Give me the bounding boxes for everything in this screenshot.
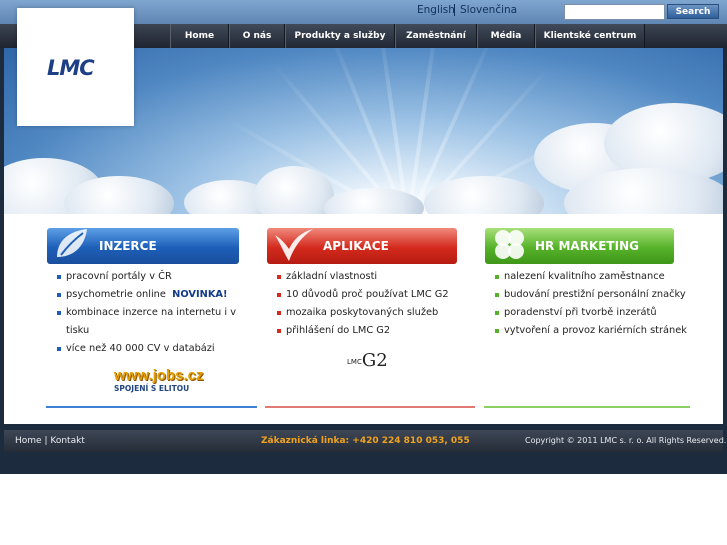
- list-item[interactable]: 10 důvodů proč používat LMC G2: [277, 286, 467, 304]
- novinka-badge: NOVINKA!: [172, 289, 228, 300]
- list-item[interactable]: mozaika poskytovaných služeb: [277, 304, 467, 322]
- footer-links: Home | Kontakt: [15, 436, 85, 446]
- list-item[interactable]: nalezení kvalitního zaměstnance: [495, 268, 690, 286]
- list-item[interactable]: více než 40 000 CV v databázi: [57, 340, 237, 358]
- footer-hotline: Zákaznická linka: +420 224 810 053, 055: [261, 436, 470, 446]
- check-leaf-icon: [271, 225, 315, 274]
- language-english-link[interactable]: English: [417, 4, 455, 16]
- aplikace-banner[interactable]: APLIKACE: [267, 228, 457, 264]
- inzerce-list: pracovní portály v ČR psychometrie onlin…: [57, 268, 237, 358]
- hr-marketing-title: HR MARKETING: [535, 239, 639, 253]
- language-slovak-link[interactable]: Slovenčina: [460, 4, 517, 16]
- inzerce-banner[interactable]: INZERCE: [47, 228, 239, 264]
- nav-item-produkty[interactable]: Produkty a služby: [285, 24, 395, 48]
- nav-item-o-nas[interactable]: O nás: [229, 24, 285, 48]
- clover-icon: [489, 225, 529, 274]
- list-item[interactable]: pracovní portály v ČR: [57, 268, 237, 286]
- list-item[interactable]: poradenství při tvorbě inzerátů: [495, 304, 690, 322]
- footer-contact-link[interactable]: Kontakt: [50, 436, 84, 446]
- jobs-cz-logo[interactable]: www.jobs.cz: [114, 367, 203, 384]
- list-item[interactable]: vytvoření a provoz kariérních stránek: [495, 322, 690, 340]
- language-separator: [454, 4, 455, 16]
- hr-marketing-list: nalezení kvalitního zaměstnance budování…: [495, 268, 690, 340]
- footer-home-link[interactable]: Home: [15, 436, 42, 446]
- nav-item-klientske-centrum[interactable]: Klientské centrum: [535, 24, 645, 48]
- nav-item-media[interactable]: Média: [477, 24, 535, 48]
- list-item[interactable]: budování prestižní personální značky: [495, 286, 690, 304]
- list-item[interactable]: přihlášení do LMC G2: [277, 322, 467, 340]
- lmc-logo[interactable]: LMC: [17, 8, 134, 126]
- search-button[interactable]: Search: [667, 4, 719, 19]
- nav-item-zamestnani[interactable]: Zaměstnání: [395, 24, 477, 48]
- hr-marketing-divider: [484, 406, 690, 408]
- aplikace-title: APLIKACE: [323, 239, 389, 253]
- aplikace-divider: [265, 406, 475, 408]
- list-item[interactable]: psychometrie online NOVINKA!: [57, 286, 237, 304]
- logo-text: LMC: [47, 56, 95, 80]
- lmc-g2-logo[interactable]: LMCG2: [347, 350, 388, 371]
- footer-separator: |: [44, 436, 48, 446]
- footer-copyright: Copyright © 2011 LMC s. r. o. All Rights…: [525, 436, 727, 445]
- list-item[interactable]: základní vlastnosti: [277, 268, 467, 286]
- hr-marketing-banner[interactable]: HR MARKETING: [485, 228, 674, 264]
- nav-item-home[interactable]: Home: [170, 24, 229, 48]
- aplikace-list: základní vlastnosti 10 důvodů proč použí…: [277, 268, 467, 340]
- list-item[interactable]: kombinace inzerce na internetu i v tisku: [57, 304, 237, 340]
- main-nav: Home O nás Produkty a služby Zaměstnání …: [170, 24, 645, 48]
- inzerce-divider: [46, 406, 257, 408]
- leaf-icon: [51, 225, 91, 274]
- inzerce-title: INZERCE: [99, 239, 157, 253]
- jobs-cz-tagline: SPOJENÍ S ELITOU: [114, 384, 190, 393]
- search-input[interactable]: [564, 4, 665, 20]
